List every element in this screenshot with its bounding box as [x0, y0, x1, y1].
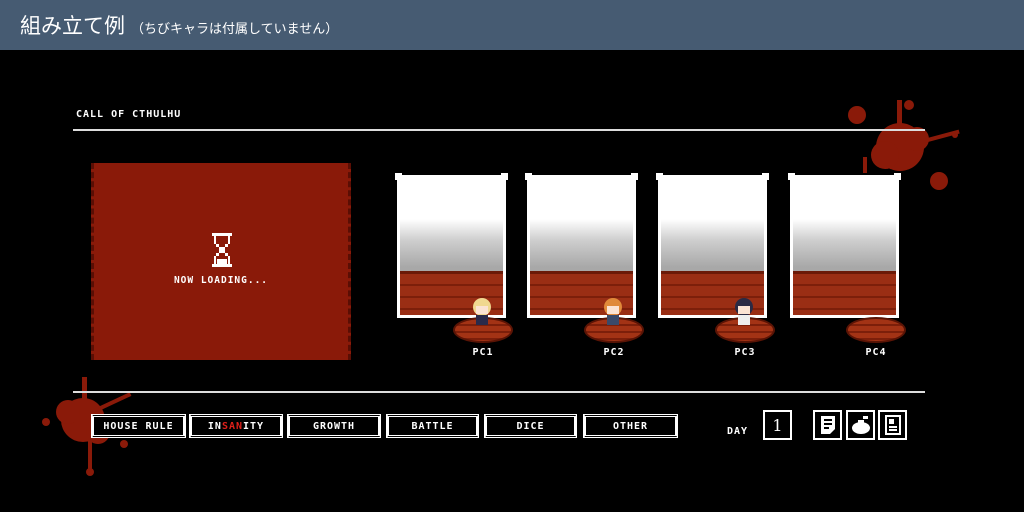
divider: [73, 129, 925, 131]
tab-label: DICE: [516, 420, 545, 432]
tab-other[interactable]: OTHER: [583, 414, 678, 438]
tab-growth[interactable]: GROWTH: [287, 414, 381, 438]
character-label: PC4: [865, 347, 887, 358]
tab-label: HOUSE RULE: [103, 420, 174, 432]
bag-button[interactable]: [846, 410, 875, 440]
tab-insanity[interactable]: IN SAN ITY: [189, 414, 283, 438]
divider: [73, 391, 925, 393]
memo-button[interactable]: [813, 410, 842, 440]
sheet-button[interactable]: [878, 410, 907, 440]
tab-label: BATTLE: [411, 420, 454, 432]
chibi-avatar-pc2[interactable]: [600, 297, 626, 327]
hourglass-icon: [212, 233, 232, 267]
character-label: PC2: [603, 347, 625, 358]
day-label: DAY: [727, 426, 749, 437]
sheet-icon: [884, 415, 901, 435]
tab-label: GROWTH: [312, 420, 356, 432]
chibi-avatar-pc3[interactable]: [731, 297, 757, 327]
chibi-avatar-pc1[interactable]: [469, 297, 495, 327]
day-counter: 1: [763, 410, 792, 440]
tab-label: OTHER: [612, 420, 649, 432]
loading-text: NOW LOADING...: [173, 275, 269, 286]
page-title: 組み立て例: [20, 14, 125, 38]
header-bar: 組み立て例 （ちびキャラは付属していません）: [0, 0, 1024, 50]
tab-house-rule[interactable]: HOUSE RULE: [91, 414, 186, 438]
character-label: PC1: [472, 347, 494, 358]
memo-icon: [820, 416, 835, 434]
character-platform: [846, 317, 906, 343]
tab-label-highlight: SAN: [221, 420, 244, 432]
tab-label: ITY: [243, 420, 265, 432]
character-label: PC3: [734, 347, 756, 358]
game-title: CALL OF CTHULHU: [76, 109, 182, 120]
tab-battle[interactable]: BATTLE: [386, 414, 479, 438]
bag-icon: [851, 416, 870, 434]
character-frame: [788, 173, 901, 320]
page-subtitle: （ちびキャラは付属していません）: [131, 21, 339, 37]
loading-panel: NOW LOADING...: [91, 163, 351, 360]
tab-label: IN: [207, 420, 222, 432]
tab-dice[interactable]: DICE: [484, 414, 577, 438]
